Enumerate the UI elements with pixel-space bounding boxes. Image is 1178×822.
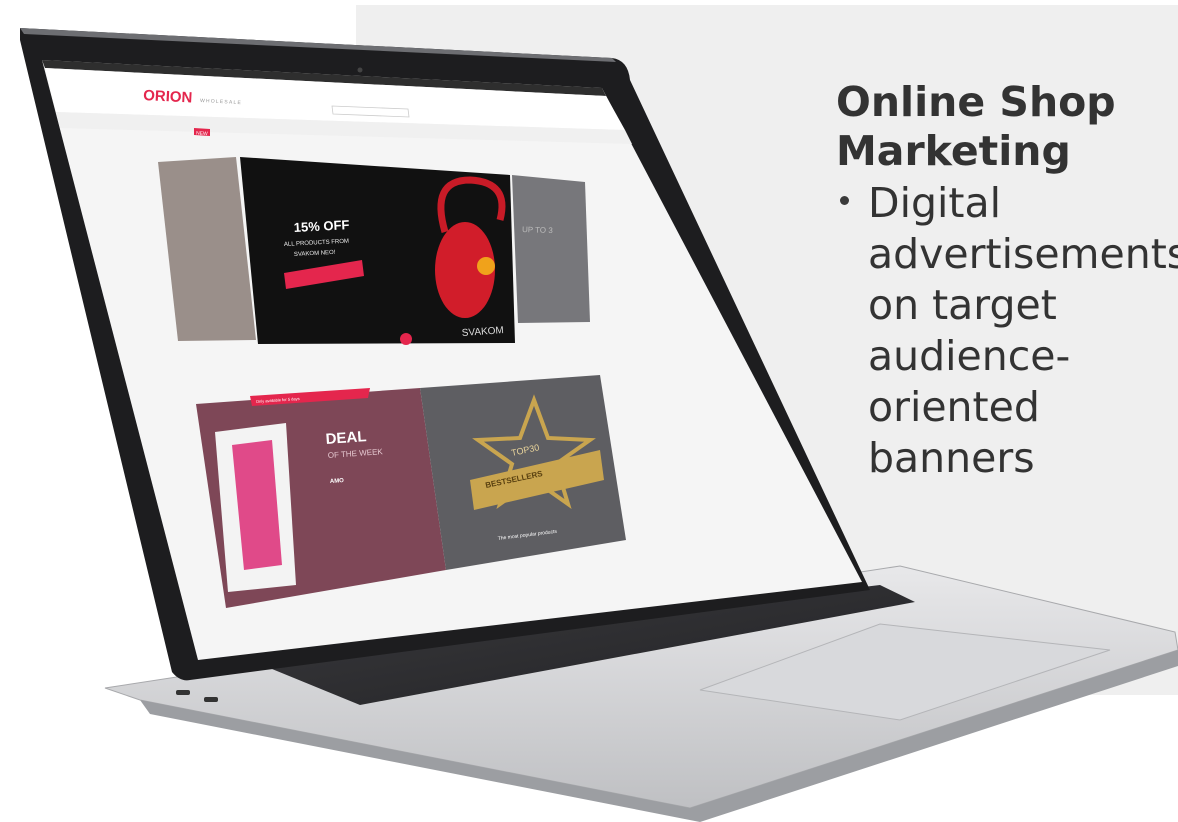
site-logo: ORION [143, 87, 193, 107]
bullet-text: Digital advertisements on target audienc… [868, 179, 1178, 482]
site-nav-new: NEW [196, 131, 208, 138]
camera [357, 67, 363, 73]
deal-product: AMO [330, 478, 345, 485]
deal-title: DEAL [325, 428, 367, 448]
usb-port-2 [204, 697, 218, 702]
usb-port-1 [176, 690, 190, 695]
page-title: Online Shop Marketing [836, 78, 1116, 175]
hero-discount: 15% OFF [293, 217, 349, 235]
hero-side-right: UP TO 3 [522, 225, 554, 235]
bullet-icon [840, 196, 849, 205]
